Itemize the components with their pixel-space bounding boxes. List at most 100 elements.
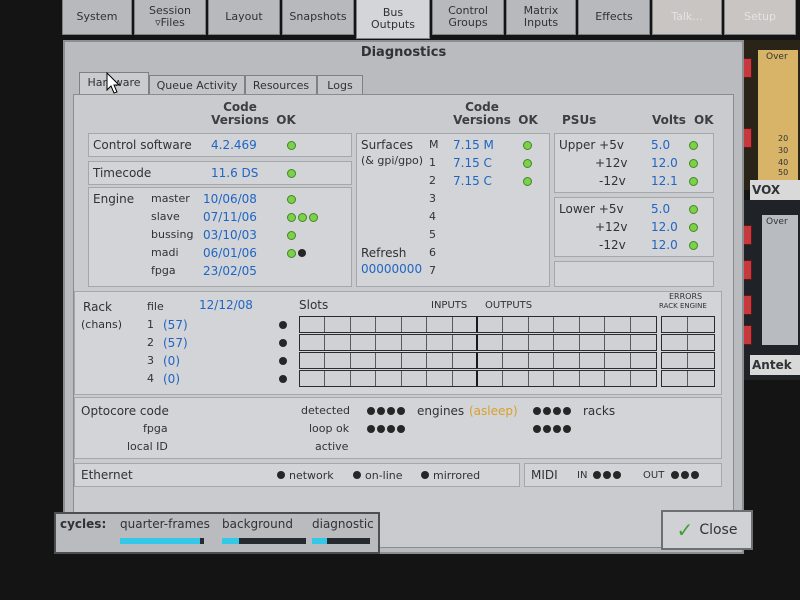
loop-ok-label: loop ok bbox=[309, 422, 350, 435]
outputs-label: OUTPUTS bbox=[485, 300, 533, 311]
antek-label-bg: Antek bbox=[750, 355, 800, 375]
surface-id: 1 bbox=[429, 156, 436, 169]
close-label: Close bbox=[699, 522, 738, 538]
inputs-label: INPUTS bbox=[431, 300, 468, 311]
optocore-fpga-label: fpga bbox=[143, 422, 168, 435]
dialog-title: Diagnostics bbox=[360, 45, 447, 60]
surfaces-panel: Surfaces (& gpi/gpo) M 7.15 M 1 7.15 C 2… bbox=[356, 133, 550, 287]
tab-setup[interactable]: Setup bbox=[724, 0, 796, 35]
detected-label: detected bbox=[301, 404, 350, 417]
rack-status-led bbox=[279, 357, 287, 365]
psu-volts: 12.0 bbox=[651, 220, 678, 234]
ok-led bbox=[287, 231, 296, 240]
ok-led bbox=[287, 169, 296, 178]
psus-ok-header: OK bbox=[694, 113, 714, 127]
surface-id: 2 bbox=[429, 174, 436, 187]
ok-led bbox=[689, 241, 698, 250]
engine-master-version: 10/06/08 bbox=[203, 192, 257, 206]
optocore-label: Optocore code bbox=[81, 404, 169, 418]
tab-layout[interactable]: Layout bbox=[208, 0, 280, 35]
psu-upper-panel: Upper +5v 5.0 +12v 12.0 -12v 12.1 bbox=[554, 133, 714, 193]
diagnostic-fill bbox=[312, 538, 327, 544]
tab-logs[interactable]: Logs bbox=[317, 75, 363, 95]
midi-in-label: IN bbox=[577, 470, 588, 481]
surface-id: 3 bbox=[429, 192, 436, 205]
diagnostics-dialog: Diagnostics Hardware Queue Activity Reso… bbox=[63, 40, 744, 554]
rack-label: Rack bbox=[83, 300, 112, 314]
psu-volts: 12.0 bbox=[651, 238, 678, 252]
rack-status-led bbox=[279, 321, 287, 329]
tab-system[interactable]: System bbox=[62, 0, 132, 35]
rack-row-chans: (0) bbox=[163, 372, 180, 386]
engine-fpga-version: 23/02/05 bbox=[203, 264, 257, 278]
rack-row-id: 3 bbox=[147, 354, 154, 367]
surface-id: M bbox=[429, 138, 439, 151]
close-button[interactable]: ✓ Close bbox=[661, 510, 753, 550]
refresh-value: 00000000 bbox=[361, 262, 423, 276]
hardware-content: Code Versions OK Code Versions OK PSUs V… bbox=[73, 94, 734, 548]
engine-master-label: master bbox=[151, 192, 190, 205]
ok-led bbox=[689, 159, 698, 168]
rack-panel: Rack (chans) file 12/12/08 Slots INPUTS … bbox=[74, 291, 722, 395]
ok-led bbox=[523, 159, 532, 168]
rack-slot-row bbox=[299, 316, 657, 333]
tab-queue-activity[interactable]: Queue Activity bbox=[149, 75, 245, 95]
ok-led bbox=[523, 141, 532, 150]
engine-fpga-label: fpga bbox=[151, 264, 176, 277]
slots-label: Slots bbox=[299, 298, 329, 312]
psu-volts: 12.0 bbox=[651, 156, 678, 170]
tab-talk[interactable]: Talk... bbox=[652, 0, 722, 35]
detected-leds bbox=[367, 407, 405, 415]
surface-id: 7 bbox=[429, 264, 436, 277]
asleep-label: (asleep) bbox=[469, 404, 518, 418]
diagnostic-bar bbox=[312, 538, 370, 544]
psu-name: -12v bbox=[599, 238, 626, 252]
tab-resources[interactable]: Resources bbox=[245, 75, 317, 95]
psu-name: +12v bbox=[595, 220, 628, 234]
rack-status-led bbox=[279, 339, 287, 347]
optocore-local-id-label: local ID bbox=[127, 440, 168, 453]
errors-label: ERRORS bbox=[669, 292, 703, 301]
psu-name: Upper +5v bbox=[559, 138, 624, 152]
engine-slave-version: 07/11/06 bbox=[203, 210, 257, 224]
tab-control-groups[interactable]: Control Groups bbox=[432, 0, 504, 35]
control-software-version: 4.2.469 bbox=[211, 138, 257, 152]
engine-madi-version: 06/01/06 bbox=[203, 246, 257, 260]
tab-snapshots[interactable]: Snapshots bbox=[282, 0, 354, 35]
rack-row-id: 4 bbox=[147, 372, 154, 385]
cursor-icon bbox=[106, 72, 120, 94]
surface-version: 7.15 M bbox=[453, 138, 494, 152]
level-meter: Over bbox=[762, 215, 798, 345]
psu-volts: 5.0 bbox=[651, 138, 671, 152]
network-label: network bbox=[289, 469, 334, 482]
ok-led bbox=[287, 141, 296, 150]
rack-sublabel: (chans) bbox=[81, 318, 123, 331]
rack-row-id: 2 bbox=[147, 336, 154, 349]
background-bar bbox=[222, 538, 306, 544]
ethernet-panel: Ethernet network on-line mirrored bbox=[74, 463, 520, 487]
network-led bbox=[277, 471, 285, 479]
tab-bus-outputs[interactable]: Bus Outputs bbox=[356, 0, 430, 39]
rack-file-value: 12/12/08 bbox=[199, 298, 253, 312]
vox-label-bg: VOX bbox=[750, 180, 800, 200]
ok-led bbox=[689, 141, 698, 150]
ok-led bbox=[689, 205, 698, 214]
rack-slot-row bbox=[299, 370, 657, 387]
ok-led bbox=[689, 177, 698, 186]
psu-lower-panel: Lower +5v 5.0 +12v 12.0 -12v 12.0 bbox=[554, 197, 714, 257]
psu-volts: 12.1 bbox=[651, 174, 678, 188]
surface-version: 7.15 C bbox=[453, 156, 492, 170]
ok-header: OK bbox=[276, 113, 296, 127]
error-box bbox=[661, 334, 715, 351]
code-versions-header: Code Versions bbox=[211, 100, 269, 127]
rack-row-chans: (57) bbox=[163, 336, 188, 350]
over-label: Over bbox=[766, 52, 788, 62]
cycles-label: cycles: bbox=[60, 517, 107, 531]
midi-label: MIDI bbox=[531, 468, 558, 482]
tab-session-files[interactable]: Session ▿Files bbox=[134, 0, 206, 35]
ok-led-group bbox=[287, 249, 306, 258]
background-label: background bbox=[222, 517, 293, 531]
tab-effects[interactable]: Effects bbox=[578, 0, 650, 35]
tab-matrix-inputs[interactable]: Matrix Inputs bbox=[506, 0, 576, 35]
rack-status-led bbox=[279, 375, 287, 383]
